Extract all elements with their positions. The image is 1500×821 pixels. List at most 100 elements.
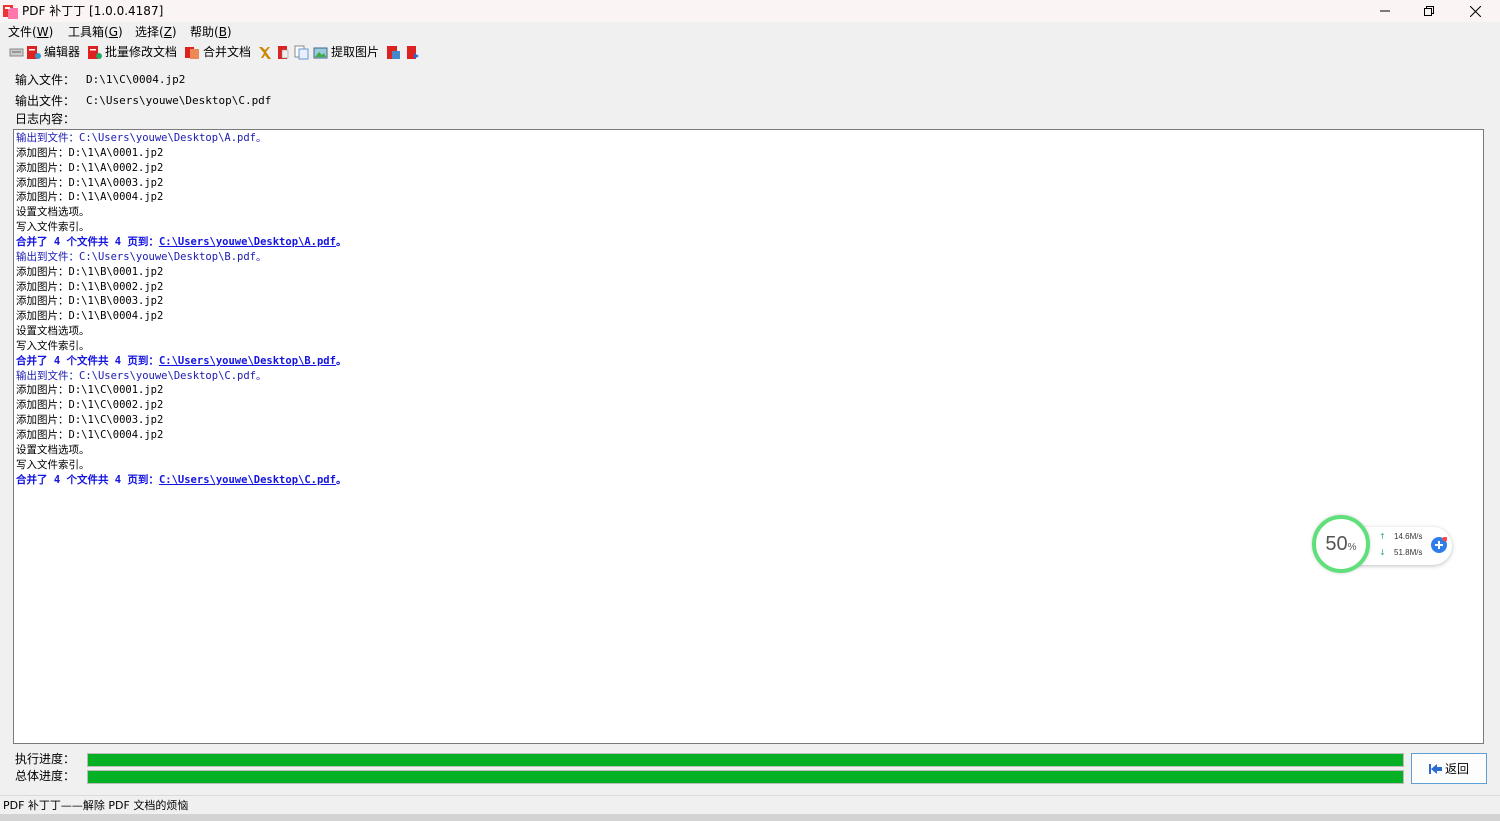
back-label: 返回 [1444, 762, 1469, 776]
total-progress-bar [87, 770, 1404, 784]
log-line: 添加图片：D:\1\C\0002.jp2 [16, 398, 163, 413]
log-line: 输出到文件：C:\Users\youwe\Desktop\C.pdf。 [16, 369, 267, 384]
log-output-link[interactable]: C:\Users\youwe\Desktop\A.pdf [159, 236, 336, 248]
menu-file[interactable]: 文件(W) [8, 25, 53, 39]
menu-help-key: B [218, 25, 227, 39]
network-speed-widget[interactable]: 50% ↑ 14.6M/s ↓ 51.8M/s [1310, 513, 1456, 577]
boost-icon[interactable] [1431, 536, 1448, 553]
log-line: 添加图片：D:\1\B\0001.jp2 [16, 265, 163, 280]
menu-help[interactable]: 帮助(B) [190, 25, 232, 39]
upload-speed: 14.6M/s [1394, 532, 1423, 541]
log-line-text: 合并了 4 个文件共 4 页到： [16, 354, 159, 367]
merge-button[interactable]: 合并文档 [184, 44, 251, 60]
log-line-text: 添加图片：D:\1\A\0001.jp2 [16, 146, 164, 159]
close-button[interactable] [1452, 0, 1498, 22]
output-file-label: 输出文件： [15, 94, 76, 108]
minimize-icon [1380, 10, 1390, 12]
image-extract-icon [313, 47, 328, 58]
percent-value: 50% [1325, 533, 1356, 556]
log-output-link[interactable]: C:\Users\youwe\Desktop\B.pdf [159, 355, 336, 367]
plus-icon [1435, 536, 1448, 549]
log-line: 设置文档选项。 [16, 205, 90, 220]
download-speed: 51.8M/s [1394, 548, 1423, 557]
log-line: 添加图片：D:\1\A\0002.jp2 [16, 161, 163, 176]
task-progress-bar [87, 753, 1404, 767]
menu-toolbox-key: G [108, 25, 118, 39]
extract-images-button[interactable]: 提取图片 [313, 44, 379, 60]
log-line-text: 输出到文件：C:\Users\youwe\Desktop\B.pdf。 [16, 250, 267, 263]
copy-icon [294, 45, 309, 59]
restore-icon [1424, 6, 1434, 16]
editor-label: 编辑器 [44, 45, 81, 59]
log-line: 添加图片：D:\1\B\0003.jp2 [16, 294, 163, 309]
minimize-button[interactable] [1362, 0, 1408, 22]
pdf-edit-icon [27, 45, 41, 59]
log-line: 输出到文件：C:\Users\youwe\Desktop\B.pdf。 [16, 250, 267, 265]
app-icon [3, 5, 18, 19]
menu-select-key: Z [163, 25, 172, 39]
log-line: 添加图片：D:\1\B\0004.jp2 [16, 309, 163, 324]
log-line-end: 。 [335, 354, 347, 367]
tools-button[interactable] [9, 44, 24, 60]
log-line-text: 添加图片：D:\1\B\0003.jp2 [16, 295, 164, 308]
menu-help-suffix: ) [226, 25, 232, 39]
input-file-row: 输入文件： D:\1\C\0004.jp2 [15, 73, 185, 87]
export-button[interactable] [405, 44, 420, 60]
menu-select[interactable]: 选择(Z) [135, 25, 177, 39]
editor-button[interactable]: 编辑器 [26, 44, 80, 60]
task-progress-label: 执行进度： [15, 752, 76, 766]
pdf-batch-icon [88, 45, 102, 59]
title-bar: PDF 补丁丁 [1.0.0.4187] [0, 0, 1500, 22]
log-line-text: 输出到文件：C:\Users\youwe\Desktop\C.pdf。 [16, 369, 267, 382]
log-line: 添加图片：D:\1\A\0003.jp2 [16, 176, 163, 191]
log-line-text: 添加图片：D:\1\C\0004.jp2 [16, 429, 164, 441]
log-output-link[interactable]: C:\Users\youwe\Desktop\C.pdf [159, 474, 336, 486]
menu-file-label: 文件( [8, 25, 37, 39]
log-line: 合并了 4 个文件共 4 页到：C:\Users\youwe\Desktop\B… [16, 354, 346, 369]
extract-images-label: 提取图片 [331, 45, 380, 59]
menu-toolbox-suffix: ) [118, 25, 123, 39]
menu-toolbox[interactable]: 工具箱(G) [68, 25, 123, 39]
restore-button[interactable] [1406, 0, 1452, 22]
percent-circle: 50% [1312, 515, 1370, 573]
merge-label: 合并文档 [203, 45, 252, 59]
toolbar: 编辑器 批量修改文档 合并文档 提取图片 [0, 42, 1500, 62]
log-area[interactable]: 输出到文件：C:\Users\youwe\Desktop\A.pdf。 添加图片：… [13, 129, 1484, 744]
output-file-value: C:\Users\youwe\Desktop\C.pdf [86, 94, 272, 107]
log-line: 写入文件索引。 [16, 339, 90, 354]
log-line: 添加图片：D:\1\B\0002.jp2 [16, 280, 163, 295]
download-arrow-icon: ↓ [1379, 548, 1386, 557]
merge-icon [185, 46, 199, 59]
log-line-text: 添加图片：D:\1\A\0003.jp2 [16, 176, 164, 189]
log-line-text: 添加图片：D:\1\C\0003.jp2 [16, 414, 164, 427]
rename-button[interactable] [258, 44, 272, 60]
log-line: 写入文件索引。 [16, 220, 90, 235]
log-line-end: 。 [335, 473, 347, 486]
log-line-text: 输出到文件：C:\Users\youwe\Desktop\A.pdf。 [16, 132, 267, 144]
split-button[interactable] [276, 44, 290, 60]
log-line-text: 添加图片：D:\1\A\0002.jp2 [16, 161, 164, 174]
menu-bar: 文件(W) 工具箱(G) 选择(Z) 帮助(B) [0, 23, 1500, 41]
log-line-text: 添加图片：D:\1\B\0004.jp2 [16, 310, 164, 323]
taskbar-strip [0, 814, 1500, 821]
pdf-split-icon [278, 45, 289, 59]
back-button[interactable]: 返回 [1411, 753, 1487, 784]
log-line: 输出到文件：C:\Users\youwe\Desktop\A.pdf。 [16, 131, 267, 146]
log-line: 设置文档选项。 [16, 443, 90, 458]
log-line-text: 写入文件索引。 [16, 458, 90, 471]
log-line: 添加图片：D:\1\C\0003.jp2 [16, 413, 163, 428]
menu-file-key: W [36, 25, 49, 39]
log-line-text: 添加图片：D:\1\B\0001.jp2 [16, 265, 164, 278]
task-progress-fill [88, 754, 1403, 766]
log-line: 写入文件索引。 [16, 458, 90, 473]
log-line-text: 合并了 4 个文件共 4 页到： [16, 235, 159, 248]
log-line: 添加图片：D:\1\C\0004.jp2 [16, 428, 163, 443]
copy-button[interactable] [294, 44, 309, 60]
log-line-text: 合并了 4 个文件共 4 页到： [16, 473, 159, 486]
log-line: 添加图片：D:\1\A\0001.jp2 [16, 146, 163, 161]
batch-modify-button[interactable]: 批量修改文档 [87, 44, 177, 60]
menu-select-label: 选择( [135, 25, 164, 39]
close-icon [1469, 5, 1481, 17]
convert-button[interactable] [386, 44, 401, 60]
status-bar: PDF 补丁丁——解除 PDF 文档的烦恼 [0, 795, 1500, 814]
